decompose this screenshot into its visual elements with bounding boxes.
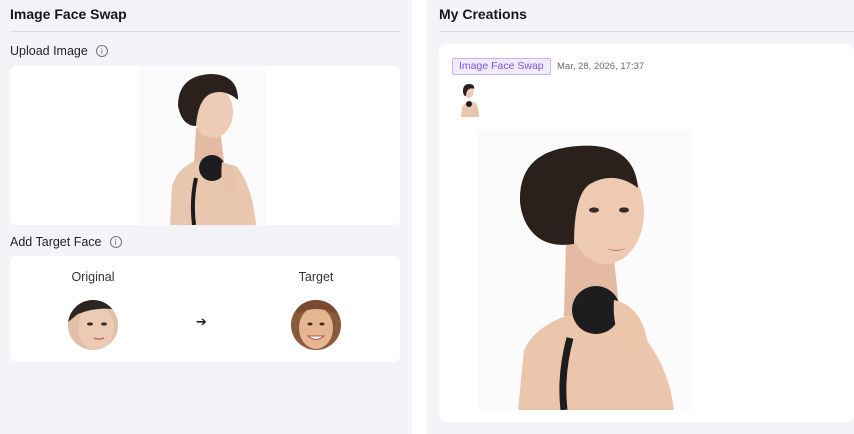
add-target-face-label: Add Target Face i [10, 235, 122, 249]
source-thumbnail[interactable] [457, 83, 481, 117]
divider [439, 31, 854, 32]
original-face-thumbnail[interactable] [68, 300, 118, 350]
result-image[interactable] [478, 130, 691, 410]
add-target-face-label-text: Add Target Face [10, 235, 102, 249]
target-label: Target [298, 270, 334, 284]
info-icon[interactable]: i [109, 236, 122, 248]
target-face-column: Target [276, 270, 356, 350]
original-face-column: Original [53, 270, 133, 350]
panel-title: My Creations [439, 6, 527, 22]
creation-timestamp: Mar, 28, 2026, 17:37 [557, 61, 645, 72]
arrow-right-icon: ➔ [196, 315, 207, 330]
info-icon[interactable]: i [95, 45, 108, 57]
creation-type-tag: Image Face Swap [452, 58, 551, 75]
uploaded-portrait-image [10, 66, 400, 225]
upload-image-dropzone[interactable] [10, 66, 400, 225]
original-label: Original [71, 270, 115, 284]
target-face-thumbnail[interactable] [291, 300, 341, 350]
upload-image-label-text: Upload Image [10, 44, 88, 58]
upload-image-label: Upload Image i [10, 44, 108, 58]
face-swap-panel: Image Face Swap Upload Image i Add Targe… [0, 0, 412, 434]
target-face-card: Original ➔ Target [10, 256, 400, 362]
creation-card: Image Face Swap Mar, 28, 2026, 17:37 [439, 44, 854, 422]
panel-title: Image Face Swap [10, 6, 127, 22]
divider [10, 31, 400, 32]
